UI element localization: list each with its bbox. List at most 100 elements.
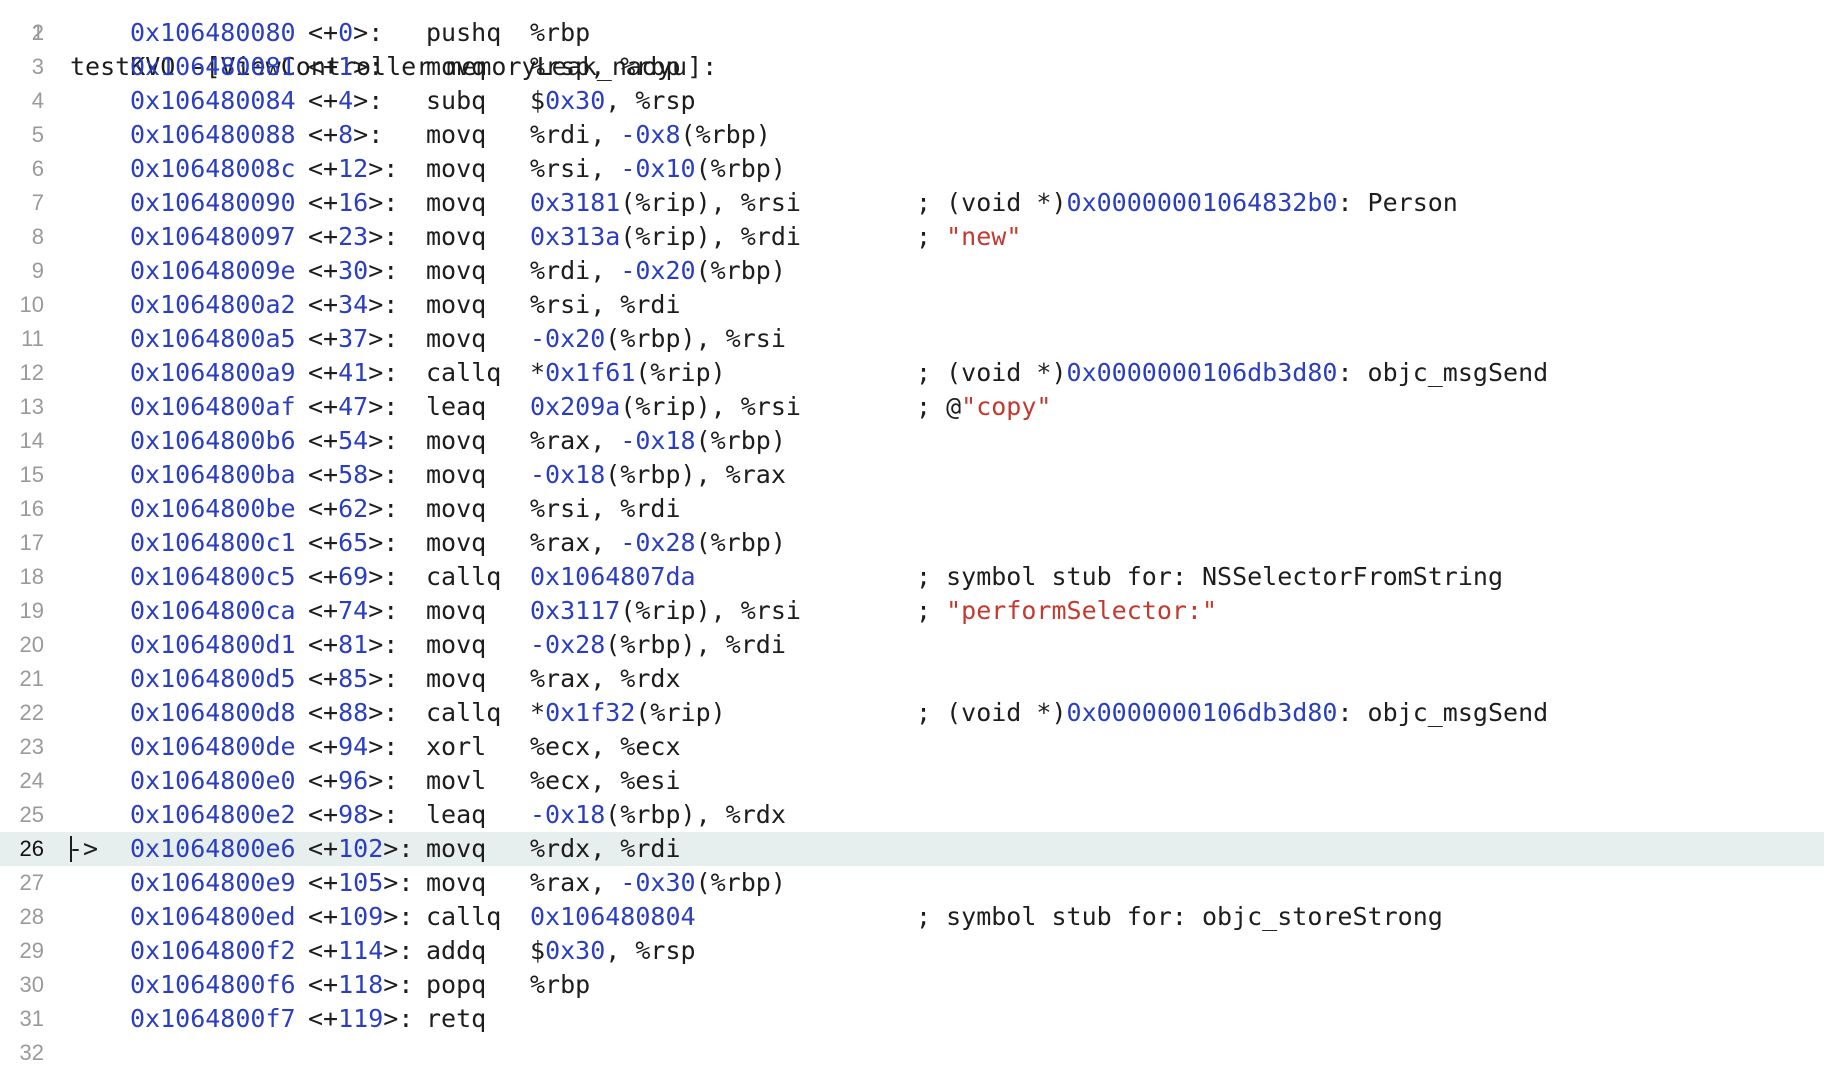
line-number: 3 [31, 54, 44, 79]
instruction-operands: %rax, -0x18(%rbp) [530, 426, 786, 455]
instruction-offset: <+54>: [308, 426, 399, 455]
instruction-address: 0x1064800d1 [130, 630, 296, 659]
instruction-row[interactable]: 22 0x1064800d8 <+88>: callq *0x1f32(%rip) ; (… [0, 696, 1824, 730]
instruction-address: 0x1064800ca [130, 596, 296, 625]
instruction-comment: ; (void *)0x0000000106db3d80: objc_msgSe… [916, 358, 1549, 387]
numeric-literal: 54 [338, 426, 369, 455]
instruction-row[interactable]: 11 0x1064800a5 <+37>: movq -0x20(%rbp), %rsi [0, 322, 1824, 356]
instruction-address: 0x1064800af [130, 392, 296, 421]
instruction-row[interactable]: 3 0x106480081 <+1>: movq %rsp, %rbp [0, 50, 1824, 84]
numeric-literal: -0x8 [620, 120, 681, 149]
instruction-row-current[interactable]: 26 -> 0x1064800e6 <+102>: movq %rdx, %rdi [0, 832, 1824, 866]
instruction-row[interactable]: 29 0x1064800f2 <+114>: addq $0x30, %rsp [0, 934, 1824, 968]
instruction-mnemonic: retq [426, 1004, 487, 1033]
instruction-address: 0x106480088 [130, 120, 296, 149]
numeric-literal: 0x30 [545, 936, 606, 965]
instruction-operands: %rax, %rdx [530, 664, 681, 693]
instruction-operands: %rdx, %rdi [530, 834, 681, 863]
string-literal: "copy" [961, 392, 1052, 421]
instruction-row[interactable]: 21 0x1064800d5 <+85>: movq %rax, %rdx [0, 662, 1824, 696]
line-number: 23 [19, 734, 44, 759]
instruction-row[interactable]: 24 0x1064800e0 <+96>: movl %ecx, %esi [0, 764, 1824, 798]
instruction-row[interactable]: 28 0x1064800ed <+109>: callq 0x106480804 ; sy… [0, 900, 1824, 934]
instruction-row[interactable]: 32 [0, 1036, 1824, 1070]
instruction-mnemonic: movq [426, 664, 487, 693]
instruction-address: 0x1064800a5 [130, 324, 296, 353]
numeric-literal: 0x1064807da [530, 562, 696, 591]
instruction-mnemonic: movl [426, 766, 487, 795]
line-number: 22 [19, 700, 44, 725]
instruction-address: 0x10648009e [130, 256, 296, 285]
instruction-row[interactable]: 6 0x10648008c <+12>: movq %rsi, -0x10(%rbp) [0, 152, 1824, 186]
instruction-row[interactable]: 27 0x1064800e9 <+105>: movq %rax, -0x30(%rbp… [0, 866, 1824, 900]
numeric-literal: 74 [338, 596, 369, 625]
instruction-row[interactable]: 18 0x1064800c5 <+69>: callq 0x1064807da ; sym… [0, 560, 1824, 594]
instruction-operands: -0x20(%rbp), %rsi [530, 324, 786, 353]
numeric-literal: 0x00000001064832b0 [1066, 188, 1338, 217]
instruction-address: 0x1064800b6 [130, 426, 296, 455]
instruction-mnemonic: movq [426, 188, 487, 217]
instruction-address: 0x1064800e0 [130, 766, 296, 795]
instruction-mnemonic: callq [426, 562, 502, 591]
instruction-offset: <+114>: [308, 936, 414, 965]
instruction-row[interactable]: 4 0x106480084 <+4>: subq $0x30, %rsp [0, 84, 1824, 118]
instruction-comment: ; (void *)0x0000000106db3d80: objc_msgSe… [916, 698, 1549, 727]
instruction-row[interactable]: 5 0x106480088 <+8>: movq %rdi, -0x8(%rbp) [0, 118, 1824, 152]
string-literal: "new" [946, 222, 1022, 251]
line-number: 27 [19, 870, 44, 895]
instruction-offset: <+47>: [308, 392, 399, 421]
instruction-mnemonic: movq [426, 222, 487, 251]
instruction-row[interactable]: 17 0x1064800c1 <+65>: movq %rax, -0x28(%rbp) [0, 526, 1824, 560]
instruction-operands: 0x1064807da [530, 560, 696, 594]
instruction-mnemonic: movq [426, 256, 487, 285]
instruction-mnemonic: pushq [426, 18, 502, 47]
instruction-row[interactable]: 20 0x1064800d1 <+81>: movq -0x28(%rbp), %rdi [0, 628, 1824, 662]
instruction-operands: %rax, -0x28(%rbp) [530, 528, 786, 557]
numeric-literal: -0x20 [530, 324, 606, 353]
numeric-literal: -0x30 [620, 868, 696, 897]
instruction-address: 0x1064800de [130, 732, 296, 761]
instruction-row[interactable]: 31 0x1064800f7 <+119>: retq [0, 1002, 1824, 1036]
instruction-offset: <+16>: [308, 188, 399, 217]
instruction-mnemonic: leaq [426, 392, 487, 421]
instruction-row[interactable]: 2 0x106480080 <+0>: pushq %rbp [0, 16, 1824, 50]
numeric-literal: 102 [338, 834, 384, 863]
instruction-address: 0x1064800e2 [130, 800, 296, 829]
instruction-row[interactable]: 13 0x1064800af <+47>: leaq 0x209a(%rip), %rs… [0, 390, 1824, 424]
instruction-row[interactable]: 7 0x106480090 <+16>: movq 0x3181(%rip), %rsi… [0, 186, 1824, 220]
line-number: 14 [19, 428, 44, 453]
instruction-row[interactable]: 9 0x10648009e <+30>: movq %rdi, -0x20(%rbp) [0, 254, 1824, 288]
instruction-row[interactable]: 15 0x1064800ba <+58>: movq -0x18(%rbp), %rax [0, 458, 1824, 492]
instruction-offset: <+34>: [308, 290, 399, 319]
instruction-offset: <+37>: [308, 324, 399, 353]
instruction-mnemonic: leaq [426, 800, 487, 829]
numeric-literal: 118 [338, 970, 384, 999]
instruction-address: 0x1064800d5 [130, 664, 296, 693]
instruction-mnemonic: movq [426, 528, 487, 557]
instruction-row[interactable]: 19 0x1064800ca <+74>: movq 0x3117(%rip), %rs… [0, 594, 1824, 628]
line-number: 24 [19, 768, 44, 793]
instruction-offset: <+65>: [308, 528, 399, 557]
instruction-operands: -0x18(%rbp), %rax [530, 460, 786, 489]
instruction-row[interactable]: 30 0x1064800f6 <+118>: popq %rbp [0, 968, 1824, 1002]
instruction-row[interactable]: 25 0x1064800e2 <+98>: leaq -0x18(%rbp), %rdx [0, 798, 1824, 832]
instruction-row[interactable]: 23 0x1064800de <+94>: xorl %ecx, %ecx [0, 730, 1824, 764]
instruction-row[interactable]: 16 0x1064800be <+62>: movq %rsi, %rdi [0, 492, 1824, 526]
instruction-operands: *0x1f61(%rip) [530, 358, 726, 387]
line-number: 7 [31, 190, 44, 215]
instruction-address: 0x106480084 [130, 86, 296, 115]
instruction-row[interactable]: 10 0x1064800a2 <+34>: movq %rsi, %rdi [0, 288, 1824, 322]
instruction-operands: %rdi, -0x20(%rbp) [530, 256, 786, 285]
numeric-literal: 0x209a [530, 392, 621, 421]
instruction-comment: ; "performSelector:" [916, 596, 1218, 625]
instruction-row[interactable]: 12 0x1064800a9 <+41>: callq *0x1f61(%rip) ; (… [0, 356, 1824, 390]
numeric-literal: 119 [338, 1004, 384, 1033]
instruction-operands: $0x30, %rsp [530, 936, 696, 965]
instruction-address: 0x1064800a2 [130, 290, 296, 319]
numeric-literal: 34 [338, 290, 369, 319]
instruction-row[interactable]: 8 0x106480097 <+23>: movq 0x313a(%rip), %rdi… [0, 220, 1824, 254]
disassembly-header-line: 1 testKVO -[ViewController memoryLeak_na… [0, 0, 1824, 81]
instruction-address: 0x1064800a9 [130, 358, 296, 387]
instruction-row[interactable]: 14 0x1064800b6 <+54>: movq %rax, -0x18(%rbp) [0, 424, 1824, 458]
numeric-literal: 0x0000000106db3d80 [1066, 698, 1338, 727]
